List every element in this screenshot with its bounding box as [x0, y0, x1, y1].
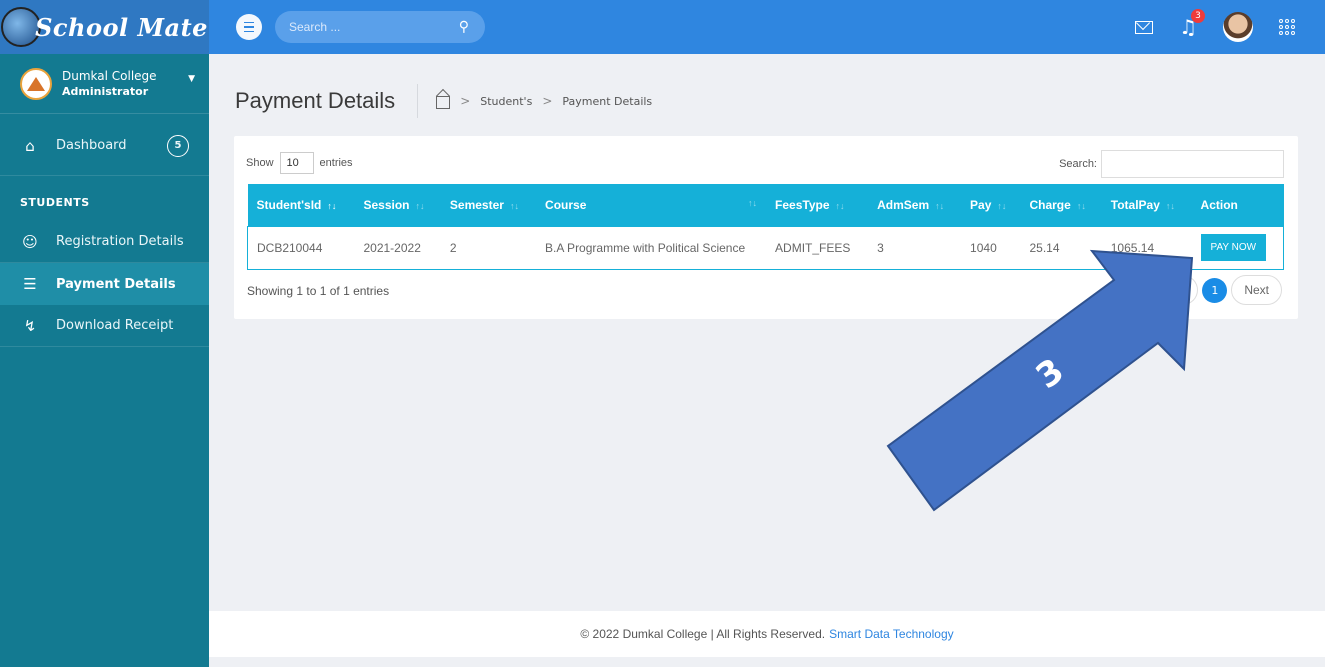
topbar: ⚲ ♫3	[209, 0, 1325, 54]
dashboard-badge: 5	[167, 134, 189, 157]
pay-now-button[interactable]: PAY NOW	[1200, 234, 1267, 261]
page-button-current[interactable]: 1	[1202, 277, 1228, 303]
sort-icon: ↑↓	[415, 200, 425, 211]
cell-action: PAY NOW	[1192, 226, 1284, 269]
sidebar-item-download-receipt[interactable]: ↯ Download Receipt	[0, 305, 209, 347]
footer-link[interactable]: Smart Data Technology	[829, 627, 954, 641]
col-action: Action	[1200, 197, 1238, 212]
table-search-input[interactable]	[1101, 150, 1284, 178]
sort-icon: ↑↓	[1165, 200, 1175, 211]
payment-table: Student'sId ↑↓ Session ↑↓ Semester ↑↓ Cours…	[247, 184, 1284, 270]
entries-length: Show 10 entries	[246, 152, 353, 174]
apps-grid-icon[interactable]	[1279, 19, 1295, 35]
col-course[interactable]: Course ↑↓	[536, 184, 766, 226]
coins-icon: ☰	[23, 275, 37, 293]
sort-icon: ↑↓	[997, 200, 1007, 211]
cell-student-id: DCB210044	[257, 240, 323, 255]
page-title: Payment Details	[235, 88, 396, 113]
cell-charge: 25.14	[1029, 240, 1060, 255]
org-switcher[interactable]: Dumkal College Administrator ▼	[0, 54, 209, 114]
user-avatar[interactable]	[1223, 12, 1253, 42]
download-icon: ↯	[23, 316, 37, 335]
table-search: Search:	[1059, 150, 1284, 178]
search-input[interactable]	[289, 20, 449, 34]
breadcrumb: > Student's > Payment Details	[436, 93, 652, 109]
logo[interactable]: School Mate	[0, 0, 209, 54]
breadcrumb-item-current: Payment Details	[562, 94, 653, 108]
col-student-id[interactable]: Student'sId ↑↓	[248, 184, 355, 226]
sidebar-item-dashboard[interactable]: ⌂ Dashboard 5	[0, 126, 209, 176]
caret-down-icon[interactable]: ▼	[188, 74, 195, 84]
org-name: Dumkal College	[62, 69, 157, 83]
col-pay[interactable]: Pay ↑↓	[961, 184, 1020, 226]
sidebar-item-label: Payment Details	[56, 276, 176, 292]
cell-semester: 2	[449, 240, 457, 255]
sidebar: School Mate Dumkal College Administrator…	[0, 0, 209, 667]
global-search[interactable]: ⚲	[275, 11, 485, 43]
sidebar-item-label: Registration Details	[56, 234, 184, 249]
table-info: Showing 1 to 1 of 1 entries	[247, 284, 390, 298]
page-header: Payment Details > Student's > Payment De…	[235, 84, 652, 118]
sidebar-item-payment-details[interactable]: ☰ Payment Details	[0, 263, 209, 305]
annotation-step-number: 3	[1029, 351, 1072, 397]
sort-icon: ↑↓	[1076, 200, 1086, 211]
next-page-button[interactable]: Next	[1231, 275, 1282, 305]
notification-count: 3	[1191, 9, 1205, 23]
sort-icon: ↑↓	[835, 200, 845, 211]
sort-icon: ↑↓	[509, 200, 519, 211]
bell-icon[interactable]: ♫ 3	[1179, 9, 1205, 39]
cell-course: B.A Programme with Political Science	[545, 240, 746, 255]
chevron-right-icon: >	[460, 94, 471, 108]
logo-text: School Mate	[35, 12, 208, 42]
breadcrumb-item[interactable]: Student's	[480, 95, 532, 108]
col-semester[interactable]: Semester ↑↓	[441, 184, 536, 226]
entries-label: entries	[319, 157, 353, 169]
cell-fees-type: ADMIT_FEES	[775, 240, 851, 255]
search-icon[interactable]: ⚲	[459, 19, 469, 35]
col-fees-type[interactable]: FeesType ↑↓	[766, 184, 868, 226]
col-session[interactable]: Session ↑↓	[354, 184, 440, 226]
home-icon: ⌂	[25, 136, 35, 155]
sidebar-item-registration-details[interactable]: ☺ Registration Details	[0, 221, 209, 263]
footer: © 2022 Dumkal College | All Rights Reser…	[209, 611, 1325, 657]
table-header-row: Student'sId ↑↓ Session ↑↓ Semester ↑↓ Cours…	[247, 184, 1284, 226]
hamburger-menu-icon[interactable]	[236, 14, 262, 40]
cell-pay: 1040	[970, 240, 997, 255]
pagination: 1 Next	[1182, 275, 1282, 305]
footer-copyright: © 2022 Dumkal College | All Rights Reser…	[580, 627, 826, 641]
show-label: Show	[246, 157, 274, 169]
payment-card: Show 10 entries Search: Student'sId ↑↓ Se…	[234, 136, 1298, 319]
entries-select[interactable]: 10	[279, 152, 314, 174]
col-charge[interactable]: Charge ↑↓	[1020, 184, 1101, 226]
cell-adm-sem: 3	[877, 240, 884, 255]
users-icon: ☺	[22, 232, 38, 251]
sort-icon: ↑↓	[327, 200, 337, 211]
col-total-pay[interactable]: TotalPay ↑↓	[1102, 184, 1192, 226]
sidebar-item-label: Download Receipt	[56, 318, 174, 333]
previous-page-button[interactable]	[1182, 275, 1199, 305]
mail-icon[interactable]	[1135, 20, 1154, 34]
sidebar-item-label: Dashboard	[56, 138, 127, 153]
cell-total-pay: 1065.14	[1110, 240, 1155, 255]
org-role: Administrator	[62, 85, 149, 98]
table-row: DCB210044 2021-2022 2 B.A Programme with…	[247, 226, 1284, 269]
home-icon[interactable]	[436, 96, 451, 109]
sidebar-section-title: STUDENTS	[20, 196, 90, 209]
search-label: Search:	[1059, 158, 1097, 170]
sort-icon: ↑↓	[935, 200, 945, 211]
col-adm-sem[interactable]: AdmSem ↑↓	[868, 184, 961, 226]
cell-session: 2021-2022	[363, 240, 421, 255]
sort-icon: ↑↓	[748, 197, 758, 208]
college-logo-icon	[20, 67, 52, 100]
chevron-right-icon: >	[542, 94, 553, 108]
